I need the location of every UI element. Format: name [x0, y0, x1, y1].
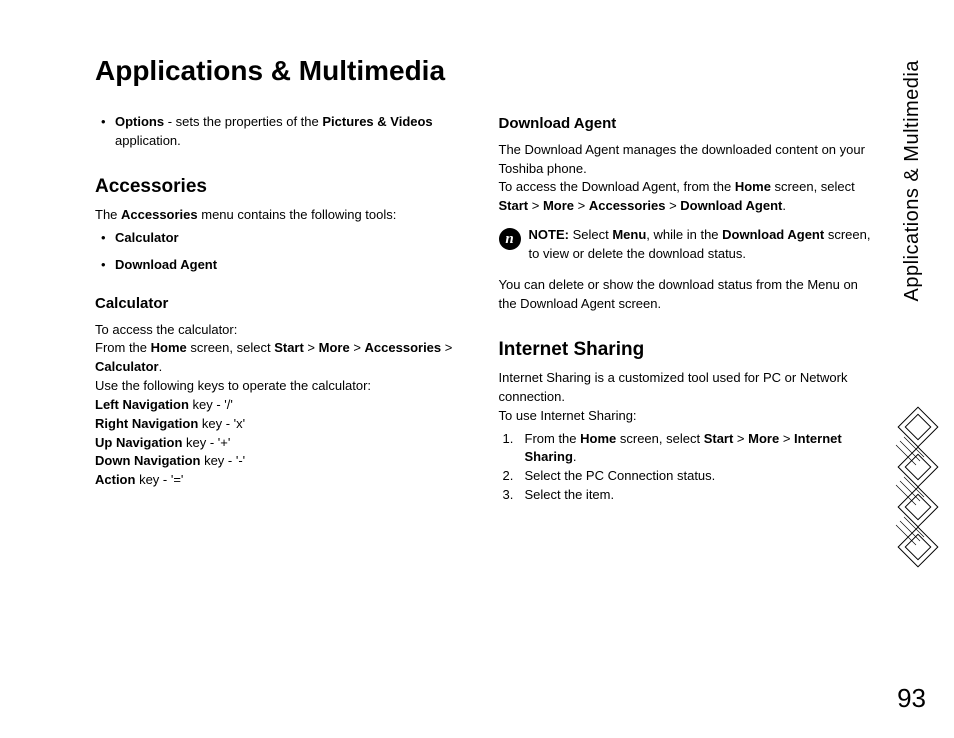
is-step-3: 3. Select the item. [499, 486, 875, 505]
page-title: Applications & Multimedia [95, 55, 874, 87]
is-use: To use Internet Sharing: [499, 407, 875, 426]
da-path: To access the Download Agent, from the H… [499, 178, 875, 216]
options-bullet: • Options - sets the properties of the P… [95, 113, 471, 151]
right-column: Download Agent The Download Agent manage… [499, 113, 875, 505]
key-right: Right Navigation key - 'x' [95, 415, 471, 434]
note-block: n NOTE: Select Menu, while in the Downlo… [499, 226, 875, 264]
bullet-dot: • [95, 229, 115, 248]
download-agent-heading: Download Agent [499, 113, 875, 135]
is-steps: 1. From the Home screen, select Start > … [499, 430, 875, 505]
accessories-heading: Accessories [95, 173, 471, 201]
acc-item-calculator: • Calculator [95, 229, 471, 248]
da-intro: The Download Agent manages the downloade… [499, 141, 875, 179]
pictures-videos-label: Pictures & Videos [322, 114, 432, 129]
note-icon: n [499, 228, 521, 250]
bullet-dot: • [95, 113, 115, 151]
note-text: NOTE: Select Menu, while in the Download… [529, 226, 875, 264]
calc-intro: To access the calculator: [95, 321, 471, 340]
accessories-intro: The Accessories menu contains the follow… [95, 206, 471, 225]
manual-page: Applications & Multimedia • Options - se… [0, 0, 954, 738]
da-post: You can delete or show the download stat… [499, 276, 875, 314]
key-up: Up Navigation key - '+' [95, 434, 471, 453]
bullet-dot: • [95, 256, 115, 275]
calc-use: Use the following keys to operate the ca… [95, 377, 471, 396]
options-text: Options - sets the properties of the Pic… [115, 113, 471, 151]
decorative-diamonds-icon [882, 405, 942, 575]
key-action: Action key - '=' [95, 471, 471, 490]
calc-path: From the Home screen, select Start > Mor… [95, 339, 471, 377]
is-step-2: 2. Select the PC Connection status. [499, 467, 875, 486]
left-column: • Options - sets the properties of the P… [95, 113, 471, 505]
is-step-1: 1. From the Home screen, select Start > … [499, 430, 875, 468]
key-left: Left Navigation key - '/' [95, 396, 471, 415]
side-tab-label: Applications & Multimedia [901, 60, 924, 302]
acc-item-download-agent: • Download Agent [95, 256, 471, 275]
calculator-heading: Calculator [95, 293, 471, 315]
page-number: 93 [897, 683, 926, 714]
internet-sharing-heading: Internet Sharing [499, 336, 875, 364]
key-down: Down Navigation key - '-' [95, 452, 471, 471]
options-label: Options [115, 114, 164, 129]
content-columns: • Options - sets the properties of the P… [95, 113, 874, 505]
is-intro: Internet Sharing is a customized tool us… [499, 369, 875, 407]
